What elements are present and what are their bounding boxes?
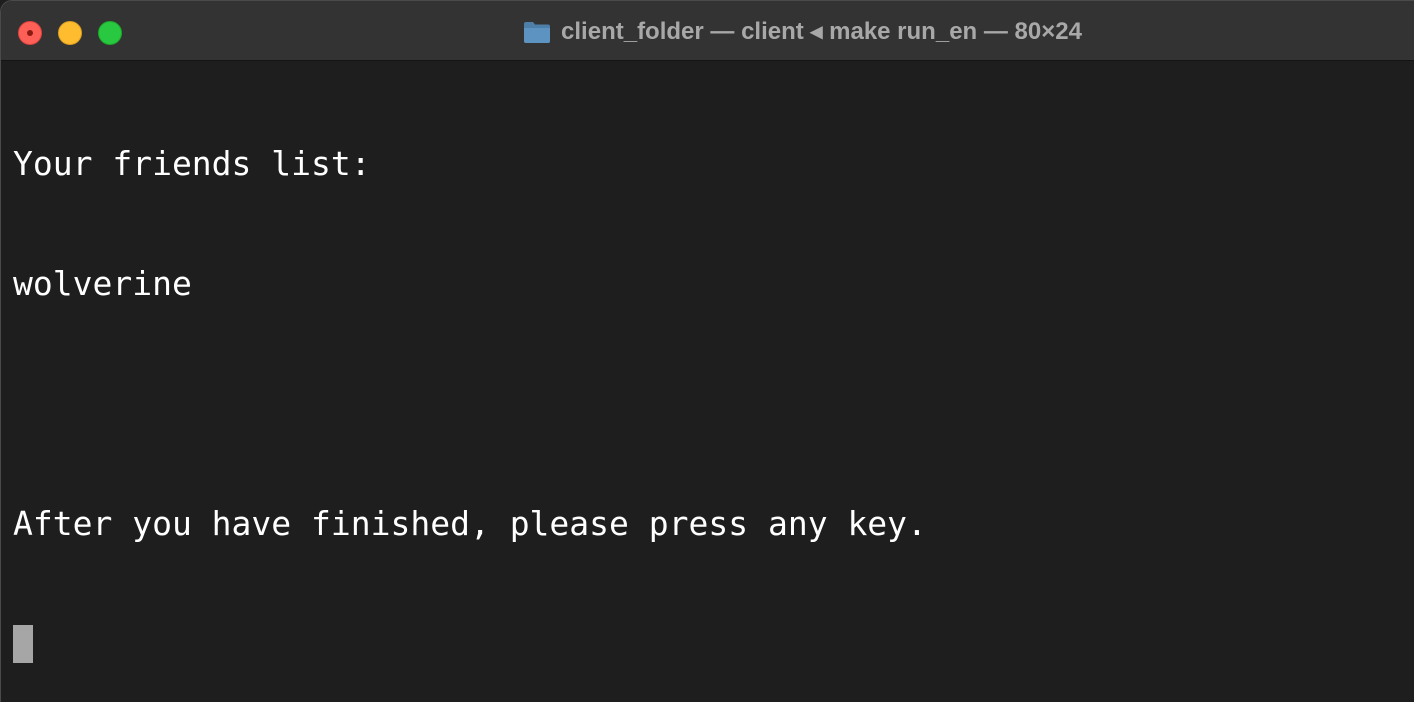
title-bar[interactable]: client_folder — client ◂ make run_en — 8… <box>1 1 1414 61</box>
terminal-line: Your friends list: <box>13 144 371 183</box>
terminal-line: wolverine <box>13 264 192 303</box>
text-cursor <box>13 625 33 663</box>
terminal-window: client_folder — client ◂ make run_en — 8… <box>0 0 1414 702</box>
terminal-line: After you have finished, please press an… <box>13 504 927 543</box>
window-title: client_folder — client ◂ make run_en — 8… <box>561 17 1082 45</box>
cursor-line <box>13 624 1414 664</box>
folder-icon <box>524 21 551 43</box>
terminal-content[interactable]: Your friends list: wolverine After you h… <box>13 64 1414 702</box>
window-title-area: client_folder — client ◂ make run_en — 8… <box>1 1 1414 61</box>
